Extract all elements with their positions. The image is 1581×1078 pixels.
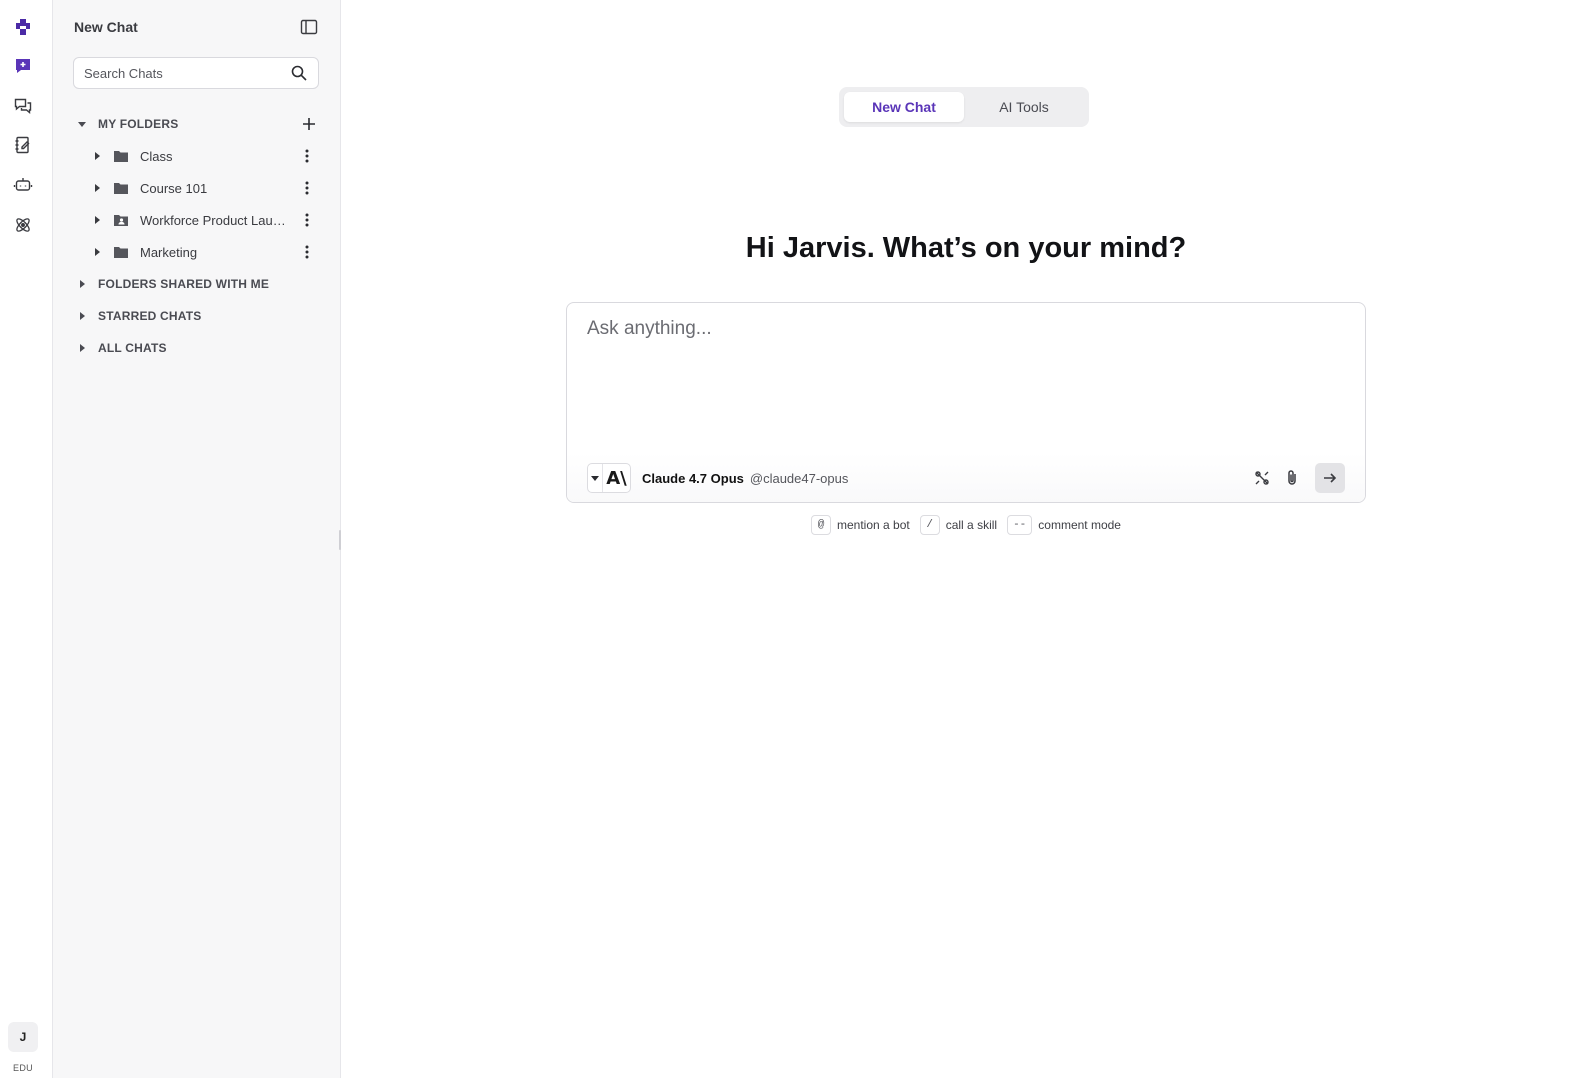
section-all-chats[interactable]: ALL CHATS (75, 337, 325, 359)
caret-right-icon (75, 341, 89, 355)
folder-label: Class (140, 148, 173, 164)
composer-actions (1247, 463, 1345, 493)
caret-down-icon (75, 117, 89, 131)
add-folder-icon[interactable] (298, 113, 320, 135)
hint-key: / (919, 515, 940, 535)
sidebar-title: New Chat (74, 19, 138, 35)
folder-label: Course 101 (140, 180, 208, 196)
folder-label: Workforce Product Launch (140, 212, 290, 228)
caret-right-icon (75, 309, 89, 323)
section-label: ALL CHATS (98, 341, 167, 355)
caret-right-icon (90, 149, 104, 163)
plan-label: EDU (13, 1063, 33, 1073)
message-input[interactable] (567, 303, 1365, 453)
shared-folder-icon (112, 211, 130, 229)
composer-hints: @ mention a bot / call a skill -- commen… (566, 515, 1366, 535)
bot-icon[interactable] (10, 172, 36, 198)
composer-footer: A\ Claude 4.7 Opus @claude47-opus (567, 453, 1365, 502)
search-icon[interactable] (290, 64, 308, 82)
section-label: FOLDERS SHARED WITH ME (98, 277, 270, 291)
hint-skill: / call a skill (919, 515, 998, 535)
folder-item[interactable]: Course 101 (90, 175, 326, 201)
chevron-down-icon (588, 464, 602, 492)
tab-ai-tools[interactable]: AI Tools (964, 92, 1084, 122)
hint-label: call a skill (945, 518, 998, 532)
more-options-icon[interactable] (298, 145, 316, 167)
hint-key: @ (811, 515, 831, 535)
attachment-icon[interactable] (1277, 463, 1307, 493)
folder-icon (112, 147, 130, 165)
hint-comment: -- comment mode (1007, 515, 1121, 535)
chat-sidebar: New Chat MY FOLDERS Class Course 101 Wor… (53, 0, 341, 1078)
greeting-heading: Hi Jarvis. What’s on your mind? (745, 232, 1187, 264)
bot-picker-button[interactable]: A\ (587, 463, 631, 493)
bot-name: Claude 4.7 Opus (642, 470, 744, 486)
folder-item[interactable]: Workforce Product Launch (90, 207, 326, 233)
section-my-folders[interactable]: MY FOLDERS (75, 113, 325, 135)
send-button[interactable] (1315, 463, 1345, 493)
more-options-icon[interactable] (298, 177, 316, 199)
caret-right-icon (75, 277, 89, 291)
folder-label: Marketing (140, 244, 198, 260)
user-avatar[interactable]: J (8, 1022, 38, 1052)
chat-composer: A\ Claude 4.7 Opus @claude47-opus (566, 302, 1366, 503)
section-shared-folders[interactable]: FOLDERS SHARED WITH ME (75, 273, 325, 295)
hint-label: comment mode (1038, 518, 1121, 532)
folder-icon (112, 179, 130, 197)
more-options-icon[interactable] (298, 209, 316, 231)
hint-key: -- (1007, 515, 1033, 535)
notebook-icon[interactable] (10, 132, 36, 158)
folder-item[interactable]: Class (90, 143, 326, 169)
mode-tabs: New Chat AI Tools (839, 87, 1089, 127)
section-label: STARRED CHATS (98, 309, 202, 323)
folder-icon (112, 243, 130, 261)
icon-rail: J EDU (0, 0, 53, 1078)
section-starred-chats[interactable]: STARRED CHATS (75, 305, 325, 327)
section-label: MY FOLDERS (98, 117, 179, 131)
arrow-right-icon (1324, 473, 1337, 483)
bot-logo-icon: A\ (602, 464, 630, 492)
caret-right-icon (90, 245, 104, 259)
search-box (73, 57, 319, 89)
atom-icon[interactable] (10, 212, 36, 238)
sidebar-resize-handle[interactable] (339, 530, 341, 550)
caret-right-icon (90, 213, 104, 227)
folder-item[interactable]: Marketing (90, 239, 326, 265)
chats-icon[interactable] (10, 93, 36, 119)
more-options-icon[interactable] (298, 241, 316, 263)
sidebar-collapse-icon[interactable] (298, 16, 320, 38)
tab-new-chat[interactable]: New Chat (844, 92, 964, 122)
search-input[interactable] (84, 65, 290, 81)
hint-label: mention a bot (837, 518, 910, 532)
hint-mention: @ mention a bot (811, 515, 910, 535)
bot-handle: @claude47-opus (749, 470, 849, 486)
new-chat-icon[interactable] (10, 53, 36, 79)
tools-off-icon[interactable] (1247, 463, 1277, 493)
caret-right-icon (90, 181, 104, 195)
app-logo-icon[interactable] (10, 14, 36, 40)
